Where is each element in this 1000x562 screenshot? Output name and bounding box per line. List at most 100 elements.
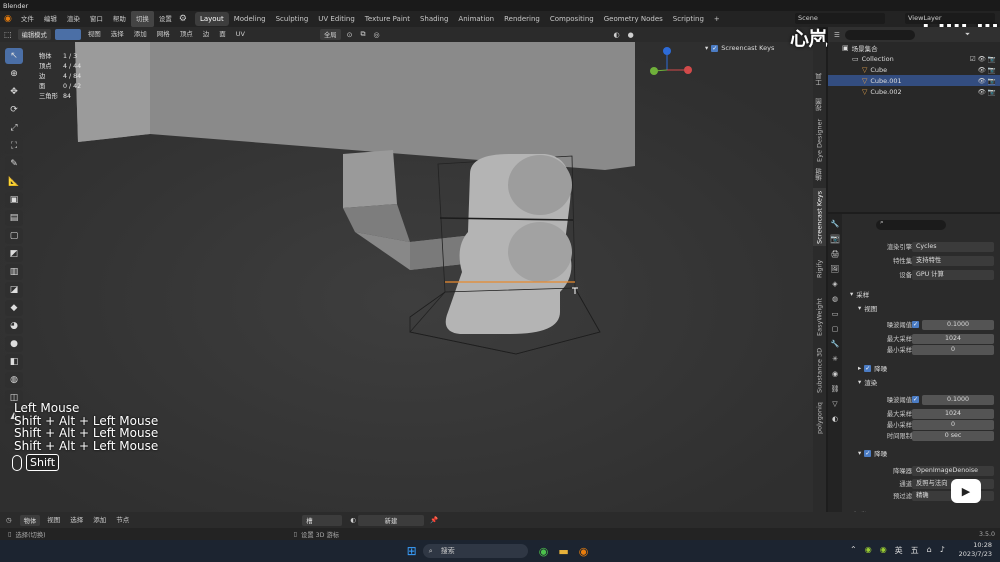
menu-add[interactable]: 添加 (88, 513, 111, 528)
denoiser-dropdown[interactable]: OpenImageDenoise (912, 465, 994, 476)
pivot-icon[interactable]: ⊙ (347, 31, 353, 39)
time-limit-field[interactable]: 0 sec (912, 430, 994, 441)
menu-render[interactable]: 渲染 (62, 11, 85, 27)
render-props-icon[interactable]: 📷 (830, 234, 840, 244)
data-props-icon[interactable]: ▽ (830, 399, 840, 409)
editor-type-icon[interactable]: ◷ (6, 516, 12, 524)
menu-switch[interactable]: 切换 (130, 11, 154, 27)
app-icon-green[interactable]: ◉ (539, 545, 549, 558)
blender-taskbar-icon[interactable]: ◉ (579, 545, 589, 558)
checkbox-checked-icon[interactable]: ✓ (711, 44, 719, 52)
move-tool-icon[interactable]: ✥ (5, 84, 23, 100)
sidebar-tab-screencast-keys[interactable]: Screencast Keys (813, 188, 826, 246)
filter-icon[interactable]: ⏷ (965, 30, 970, 39)
network-icon[interactable]: ⌂ (927, 545, 932, 556)
outliner-display-icon[interactable]: ☰ (834, 31, 840, 39)
sidebar-tab-polygoniq[interactable]: polygoniq (813, 398, 826, 438)
poly-build-tool-icon[interactable]: ◆ (5, 300, 23, 316)
outliner-row-collection[interactable]: ▭ Collection ☑ 👁 📷 (828, 53, 1000, 64)
measure-tool-icon[interactable]: 📐 (5, 174, 23, 190)
sidebar-tab-tool[interactable]: 工具 (813, 68, 826, 92)
subsection-viewport[interactable]: ▾ 视图 (858, 303, 877, 313)
outliner-row-cube[interactable]: ▽ Cube 👁 📷 (828, 64, 1000, 75)
noise-threshold-field[interactable]: 0.1000 (922, 319, 994, 330)
tab-geometry-nodes[interactable]: Geometry Nodes (599, 12, 668, 26)
sidebar-tab-easyweight[interactable]: EasyWeight (813, 292, 826, 342)
visibility-icons[interactable]: 👁 📷 (978, 88, 996, 96)
tab-animation[interactable]: Animation (453, 12, 499, 26)
menu-view[interactable]: 视图 (83, 27, 106, 42)
render-max-samples-field[interactable]: 1024 (912, 408, 994, 419)
visibility-icons[interactable]: 👁 📷 (978, 77, 996, 85)
tray-app-icon[interactable]: ◉ (880, 545, 887, 556)
scene-selector[interactable]: Scene (795, 13, 885, 24)
tab-compositing[interactable]: Compositing (545, 12, 599, 26)
spin-tool-icon[interactable]: ◕ (5, 318, 23, 334)
ime-lang[interactable]: 英 (895, 545, 903, 556)
cursor-tool-icon[interactable]: ⊕ (5, 66, 23, 82)
sidebar-tab-substance-3d[interactable]: Substance 3D (813, 344, 826, 396)
folder-icon[interactable]: ▬ (558, 545, 568, 558)
checkbox-checked-icon[interactable]: ✓ (912, 396, 919, 403)
object-mode-selector[interactable]: 物体 (19, 514, 41, 526)
edge-slide-tool-icon[interactable]: ◧ (5, 354, 23, 370)
add-cube-tool-icon[interactable]: ▣ (5, 192, 23, 208)
sidebar-tab-rigify[interactable]: Rigify (813, 248, 826, 290)
outliner-row-cube-001[interactable]: ▽ Cube.001 👁 📷 (828, 75, 1000, 86)
menu-edit[interactable]: 编辑 (39, 11, 62, 27)
new-material-button[interactable]: 新建 (357, 514, 424, 526)
pin-icon[interactable]: 📌 (430, 516, 438, 524)
scene-props-icon[interactable]: ◈ (830, 279, 840, 289)
tab-uv-editing[interactable]: UV Editing (313, 12, 360, 26)
object-props-icon[interactable]: ▢ (830, 324, 840, 334)
add-workspace-button[interactable]: + (709, 12, 725, 26)
collection-props-icon[interactable]: ▭ (830, 309, 840, 319)
menu-view[interactable]: 视图 (42, 513, 65, 528)
video-play-icon[interactable]: ▶ (951, 479, 981, 503)
subsection-render[interactable]: ▾ 渲染 (858, 377, 877, 387)
menu-settings[interactable]: 设置 (154, 11, 177, 27)
outliner-root[interactable]: ▣ 场景集合 (828, 42, 1000, 53)
menu-vertex[interactable]: 顶点 (175, 27, 198, 42)
constraints-props-icon[interactable]: ⛓ (830, 384, 840, 394)
mode-selector[interactable]: 编辑模式 (17, 29, 51, 40)
sidebar-tab-edit[interactable]: 编辑 (813, 164, 826, 186)
select-tool-icon[interactable]: ↖ (5, 48, 23, 64)
search-field[interactable] (844, 29, 915, 40)
render-noise-threshold-field[interactable]: 0.1000 (922, 394, 994, 405)
tool-props-icon[interactable]: 🔧 (830, 219, 840, 229)
sidebar-tab-eye-designer[interactable]: Eye Designer (813, 118, 826, 162)
transform-tool-icon[interactable]: ⛶ (5, 138, 23, 154)
editor-type-icon[interactable]: ⬚ (4, 30, 12, 39)
modifier-props-icon[interactable]: 🔧 (830, 339, 840, 349)
checkbox-checked-icon[interactable]: ✓ (864, 449, 872, 457)
menu-select[interactable]: 选择 (65, 513, 88, 528)
checkbox-checked-icon[interactable]: ✓ (864, 364, 872, 372)
slot-selector[interactable]: 槽 (302, 514, 343, 526)
menu-add[interactable]: 添加 (129, 27, 152, 42)
tab-rendering[interactable]: Rendering (499, 12, 545, 26)
gear-icon[interactable]: ⚙ (179, 14, 187, 24)
physics-props-icon[interactable]: ◉ (830, 369, 840, 379)
sidebar-tab-view[interactable]: 视图 (813, 94, 826, 116)
min-samples-field[interactable]: 0 (912, 344, 994, 355)
snap-icon[interactable]: ⧉ (360, 30, 365, 39)
select-mode-buttons[interactable] (54, 29, 81, 40)
section-sampling[interactable]: ▾ 采样 (850, 289, 869, 299)
menu-face[interactable]: 面 (214, 27, 231, 42)
loop-cut-tool-icon[interactable]: ▥ (5, 264, 23, 280)
tab-sculpting[interactable]: Sculpting (271, 12, 314, 26)
inset-tool-icon[interactable]: ▢ (5, 228, 23, 244)
max-samples-field[interactable]: 1024 (912, 333, 994, 344)
screencast-keys-toggle[interactable]: ▾ ✓ Screencast Keys (705, 44, 774, 52)
annotate-tool-icon[interactable]: ✎ (5, 156, 23, 172)
blender-logo-icon[interactable]: ◉ (4, 14, 12, 24)
knife-tool-icon[interactable]: ◪ (5, 282, 23, 298)
particles-props-icon[interactable]: ✳ (830, 354, 840, 364)
tab-shading[interactable]: Shading (415, 12, 453, 26)
transform-orientation[interactable]: 全局 (319, 29, 341, 40)
material-props-icon[interactable]: ◐ (830, 414, 840, 424)
visibility-icons[interactable]: ☑ 👁 📷 (970, 55, 996, 63)
render-engine-dropdown[interactable]: Cycles (912, 241, 994, 252)
extrude-tool-icon[interactable]: ▤ (5, 210, 23, 226)
